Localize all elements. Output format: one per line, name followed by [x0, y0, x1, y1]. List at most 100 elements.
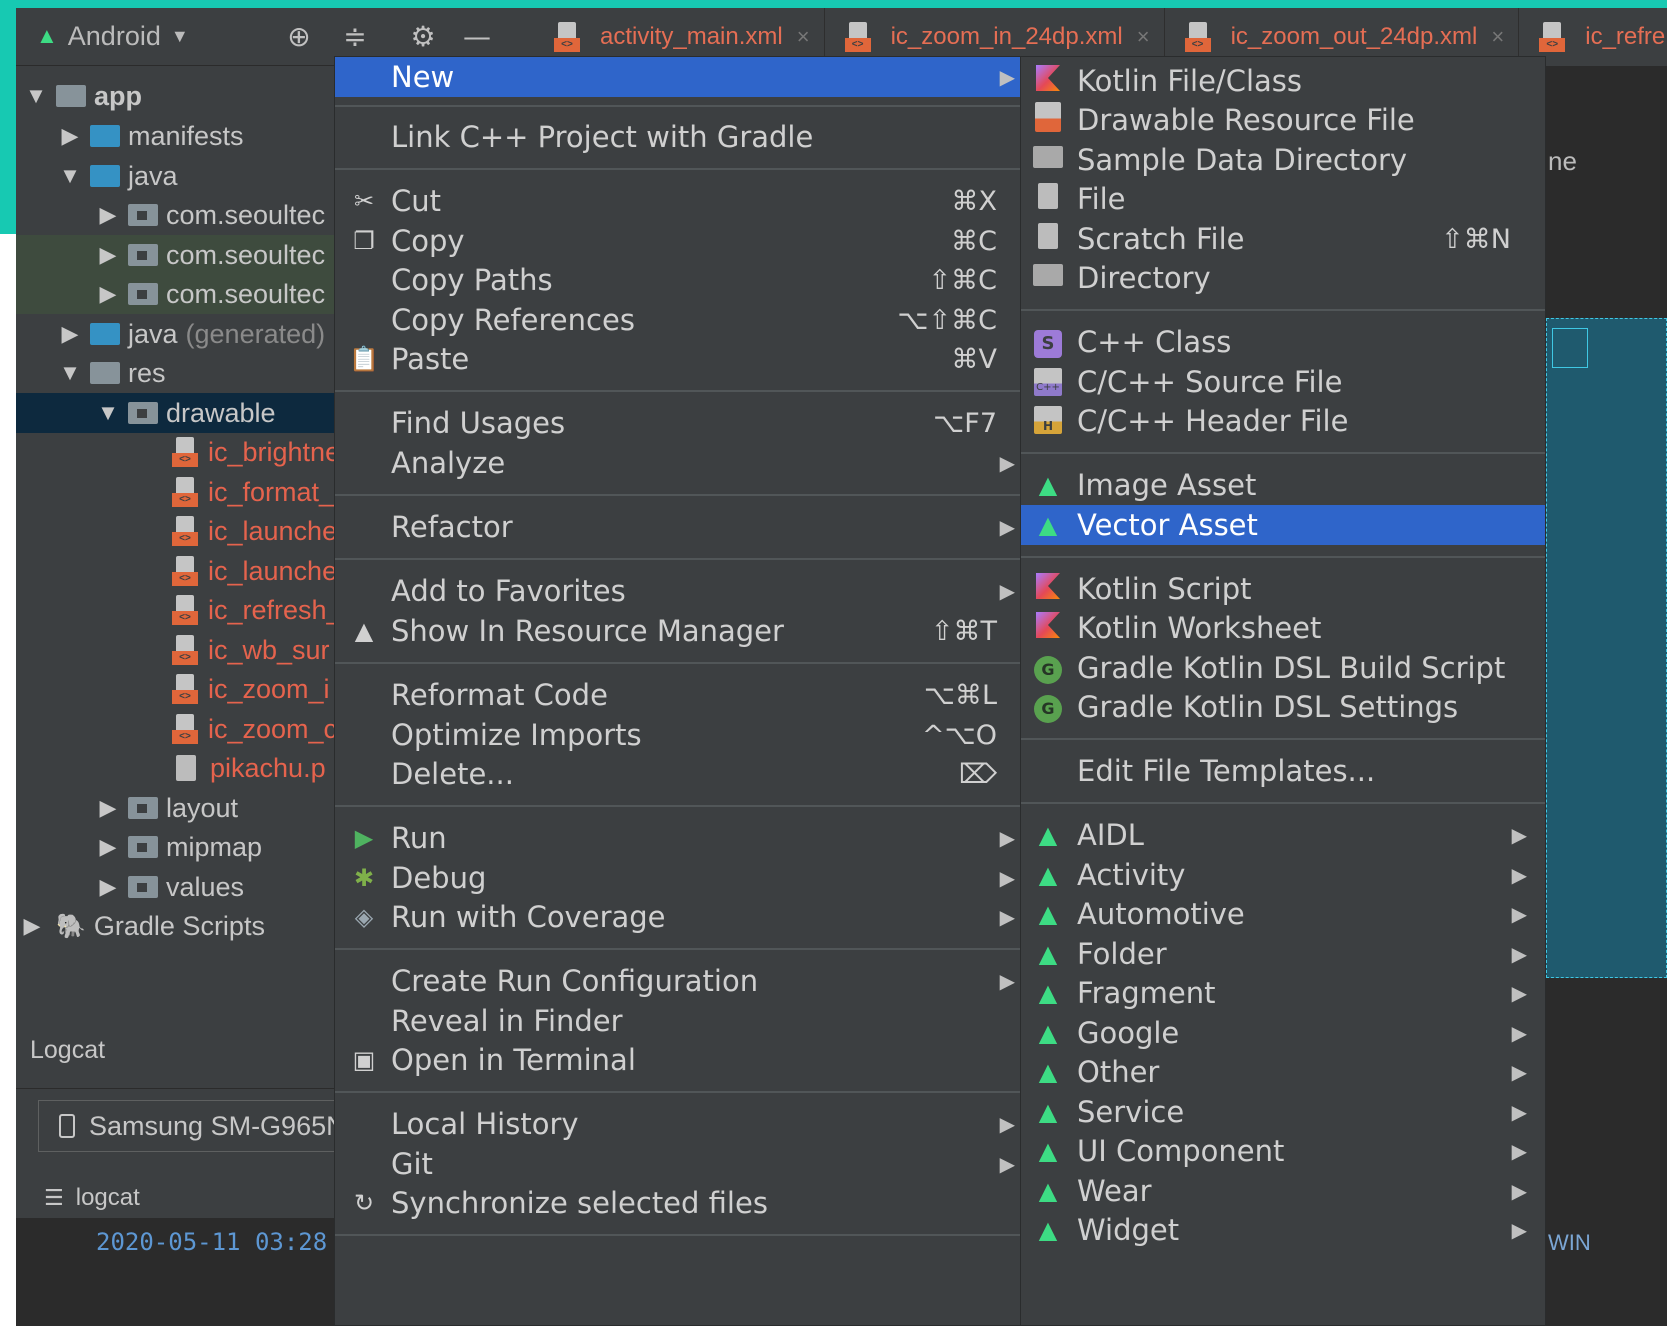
- menu-item-run[interactable]: ▶ Run ▶: [335, 818, 1037, 858]
- menu-item-cut[interactable]: ✂ Cut ⌘X: [335, 181, 1037, 221]
- menu-item-service[interactable]: ▲ Service ▶: [1021, 1092, 1545, 1132]
- expanded-arrow-icon[interactable]: ▼: [96, 400, 120, 426]
- menu-item-gradle-build-script[interactable]: G Gradle Kotlin DSL Build Script: [1021, 648, 1545, 688]
- menu-item-google[interactable]: ▲ Google ▶: [1021, 1013, 1545, 1053]
- tree-item-values[interactable]: ▶ values: [16, 867, 356, 907]
- collapsed-arrow-icon[interactable]: ▶: [96, 242, 120, 268]
- menu-item-optimize-imports[interactable]: Optimize Imports ^⌥O: [335, 715, 1037, 755]
- menu-item-reveal-finder[interactable]: Reveal in Finder: [335, 1001, 1037, 1041]
- collapsed-arrow-icon[interactable]: ▶: [96, 834, 120, 860]
- collapse-icon[interactable]: ≑: [338, 20, 372, 54]
- collapsed-arrow-icon[interactable]: ▶: [96, 874, 120, 900]
- menu-item-edit-file-templates[interactable]: Edit File Templates...: [1021, 751, 1545, 791]
- hide-icon[interactable]: —: [460, 20, 494, 54]
- menu-item-copy-references[interactable]: Copy References ⌥⇧⌘C: [335, 300, 1037, 340]
- menu-item-fragment[interactable]: ▲ Fragment ▶: [1021, 973, 1545, 1013]
- scratch-file-icon: [1033, 223, 1063, 255]
- menu-item-reformat-code[interactable]: Reformat Code ⌥⌘L: [335, 675, 1037, 715]
- tree-item-drawable-file[interactable]: pikachu.p: [16, 748, 356, 788]
- tree-item-drawable-file[interactable]: ic_launche: [16, 511, 356, 551]
- tree-item-drawable-file[interactable]: ic_launche: [16, 551, 356, 591]
- tree-item-app[interactable]: ▼ app: [16, 76, 356, 116]
- menu-item-activity[interactable]: ▲ Activity ▶: [1021, 855, 1545, 895]
- tree-item-mipmap[interactable]: ▶ mipmap: [16, 827, 356, 867]
- tree-item-layout[interactable]: ▶ layout: [16, 788, 356, 828]
- menu-item-widget[interactable]: ▲ Widget ▶: [1021, 1210, 1545, 1250]
- menu-item-file[interactable]: File: [1021, 179, 1545, 219]
- expanded-arrow-icon[interactable]: ▼: [24, 83, 48, 109]
- menu-item-cpp-header[interactable]: H C/C++ Header File: [1021, 401, 1545, 441]
- menu-item-cpp-source[interactable]: C++ C/C++ Source File: [1021, 362, 1545, 402]
- close-icon[interactable]: ×: [797, 24, 810, 50]
- menu-item-debug[interactable]: ✱ Debug ▶: [335, 858, 1037, 898]
- tree-item-drawable-file[interactable]: ic_zoom_i: [16, 669, 356, 709]
- tree-item-package[interactable]: ▶ com.seoultec: [16, 195, 356, 235]
- menu-item-synchronize[interactable]: ↻ Synchronize selected files: [335, 1183, 1037, 1223]
- device-select[interactable]: Samsung SM-G965N: [38, 1100, 368, 1152]
- menu-item-create-run-config[interactable]: Create Run Configuration ▶: [335, 961, 1037, 1001]
- collapsed-arrow-icon[interactable]: ▶: [96, 795, 120, 821]
- menu-item-paste[interactable]: 📋 Paste ⌘V: [335, 339, 1037, 379]
- menu-item-copy[interactable]: ❐ Copy ⌘C: [335, 221, 1037, 261]
- menu-label: File: [1077, 182, 1126, 216]
- menu-item-aidl[interactable]: ▲ AIDL ▶: [1021, 815, 1545, 855]
- tree-item-package[interactable]: ▶ com.seoultec: [16, 274, 356, 314]
- menu-label: Delete...: [391, 757, 514, 791]
- menu-item-image-asset[interactable]: ▲ Image Asset: [1021, 465, 1545, 505]
- menu-item-sample-data[interactable]: Sample Data Directory: [1021, 140, 1545, 180]
- menu-item-folder[interactable]: ▲ Folder ▶: [1021, 934, 1545, 974]
- close-icon[interactable]: ×: [1137, 24, 1150, 50]
- menu-item-find-usages[interactable]: Find Usages ⌥F7: [335, 403, 1037, 443]
- menu-item-show-resource-manager[interactable]: ▲ Show In Resource Manager ⇧⌘T: [335, 611, 1037, 651]
- menu-item-kotlin-worksheet[interactable]: Kotlin Worksheet: [1021, 608, 1545, 648]
- project-view-select[interactable]: ▲ Android ▼: [36, 18, 189, 54]
- menu-item-git[interactable]: Git ▶: [335, 1144, 1037, 1184]
- expanded-arrow-icon[interactable]: ▼: [58, 360, 82, 386]
- tree-item-manifests[interactable]: ▶ manifests: [16, 116, 356, 156]
- menu-item-delete[interactable]: Delete... ⌦: [335, 754, 1037, 794]
- menu-item-kotlin-file[interactable]: Kotlin File/Class: [1021, 61, 1545, 101]
- collapsed-arrow-icon[interactable]: ▶: [58, 321, 82, 347]
- tree-item-java[interactable]: ▼ java: [16, 156, 356, 196]
- menu-item-link-cpp[interactable]: Link C++ Project with Gradle: [335, 117, 1037, 157]
- tree-item-gradle-scripts[interactable]: ▶ 🐘 Gradle Scripts: [16, 906, 356, 946]
- collapsed-arrow-icon[interactable]: ▶: [96, 281, 120, 307]
- logcat-tab[interactable]: ☰ logcat: [44, 1184, 140, 1212]
- menu-item-other[interactable]: ▲ Other ▶: [1021, 1052, 1545, 1092]
- menu-item-gradle-settings[interactable]: G Gradle Kotlin DSL Settings: [1021, 687, 1545, 727]
- menu-item-add-favorites[interactable]: Add to Favorites ▶: [335, 571, 1037, 611]
- collapsed-arrow-icon[interactable]: ▶: [58, 123, 82, 149]
- locate-icon[interactable]: ⊕: [282, 20, 316, 54]
- menu-item-ui-component[interactable]: ▲ UI Component ▶: [1021, 1131, 1545, 1171]
- menu-item-drawable-resource[interactable]: Drawable Resource File: [1021, 100, 1545, 140]
- tree-item-drawable-file[interactable]: ic_wb_sur: [16, 630, 356, 670]
- tree-item-package[interactable]: ▶ com.seoultec: [16, 235, 356, 275]
- menu-item-vector-asset[interactable]: ▲ Vector Asset: [1021, 505, 1545, 545]
- tree-item-java-generated[interactable]: ▶ java (generated): [16, 314, 356, 354]
- menu-item-automotive[interactable]: ▲ Automotive ▶: [1021, 894, 1545, 934]
- menu-item-open-terminal[interactable]: ▣ Open in Terminal: [335, 1040, 1037, 1080]
- tree-item-drawable-file[interactable]: ic_zoom_c: [16, 709, 356, 749]
- tree-item-drawable-file[interactable]: ic_refresh_: [16, 590, 356, 630]
- menu-item-directory[interactable]: Directory: [1021, 258, 1545, 298]
- close-icon[interactable]: ×: [1491, 24, 1504, 50]
- gear-icon[interactable]: ⚙: [406, 20, 440, 54]
- menu-item-scratch-file[interactable]: Scratch File ⇧⌘N: [1021, 219, 1545, 259]
- menu-item-run-coverage[interactable]: ◈ Run with Coverage ▶: [335, 897, 1037, 937]
- menu-item-copy-paths[interactable]: Copy Paths ⇧⌘C: [335, 260, 1037, 300]
- menu-item-refactor[interactable]: Refactor ▶: [335, 507, 1037, 547]
- tree-item-drawable[interactable]: ▼ drawable: [16, 393, 356, 433]
- collapsed-arrow-icon[interactable]: ▶: [20, 913, 44, 939]
- expanded-arrow-icon[interactable]: ▼: [58, 163, 82, 189]
- menu-item-wear[interactable]: ▲ Wear ▶: [1021, 1171, 1545, 1211]
- menu-item-new[interactable]: New ▶: [335, 57, 1037, 97]
- menu-item-cpp-class[interactable]: S C++ Class: [1021, 322, 1545, 362]
- menu-item-analyze[interactable]: Analyze ▶: [335, 443, 1037, 483]
- tree-item-drawable-file[interactable]: ic_format_: [16, 472, 356, 512]
- layout-preview[interactable]: [1546, 318, 1667, 978]
- menu-item-kotlin-script[interactable]: Kotlin Script: [1021, 569, 1545, 609]
- menu-item-local-history[interactable]: Local History ▶: [335, 1104, 1037, 1144]
- tree-item-drawable-file[interactable]: ic_brightne: [16, 432, 356, 472]
- tree-item-res[interactable]: ▼ res: [16, 353, 356, 393]
- collapsed-arrow-icon[interactable]: ▶: [96, 202, 120, 228]
